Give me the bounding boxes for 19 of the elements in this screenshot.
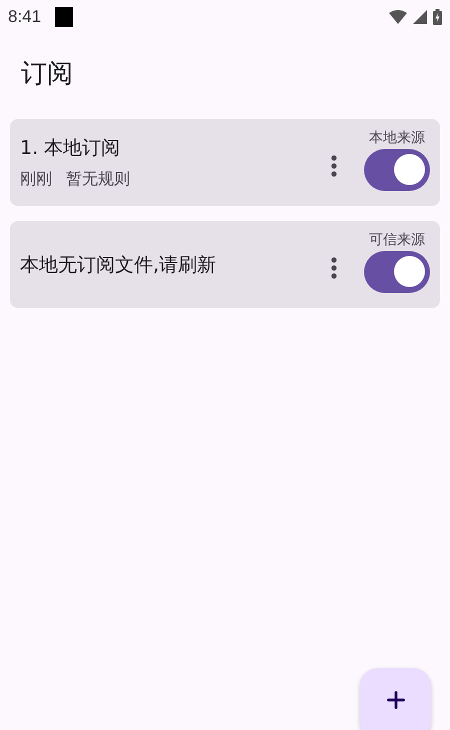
- battery-icon: [433, 9, 442, 25]
- subscription-info: 刚刚: [20, 169, 52, 190]
- status-time: 8:41: [8, 7, 42, 27]
- page-title: 订阅: [21, 58, 74, 91]
- wifi-icon: [389, 10, 407, 24]
- empty-message: 本地无订阅文件,请刷新: [20, 252, 218, 278]
- switch-label: 可信来源: [369, 230, 425, 248]
- signal-icon: [413, 10, 427, 24]
- subscription-card[interactable]: 1. 本地订阅 刚刚 暂无规则 本地来源: [10, 119, 440, 206]
- subscription-title: 1. 本地订阅: [20, 136, 122, 161]
- add-button[interactable]: [360, 668, 431, 730]
- notification-icon: [55, 7, 74, 27]
- source-switch[interactable]: [364, 148, 430, 190]
- switch-label: 本地来源: [369, 128, 425, 146]
- more-icon: [331, 154, 337, 176]
- source-switch[interactable]: [364, 250, 430, 292]
- more-icon: [331, 256, 337, 278]
- subscription-info: 暂无规则: [66, 169, 130, 190]
- subscription-card[interactable]: 本地无订阅文件,请刷新 可信来源: [10, 221, 440, 308]
